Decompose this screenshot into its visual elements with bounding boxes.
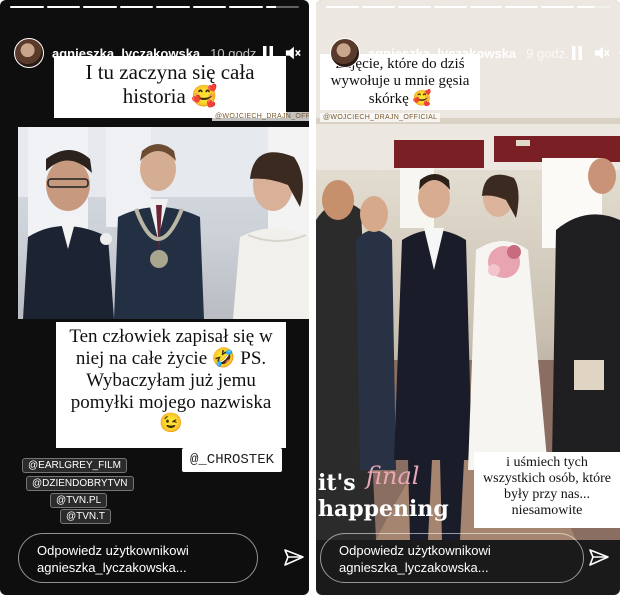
reply-input[interactable]: Odpowiedz użytkownikowi agnieszka_lyczak… <box>320 533 584 583</box>
mute-icon[interactable] <box>594 45 610 61</box>
story-panel-left[interactable]: agnieszka_lyczakowska 10 godz. I tu zacz… <box>0 0 309 595</box>
progress-segment <box>156 6 190 8</box>
mute-icon[interactable] <box>285 45 301 61</box>
avatar[interactable] <box>14 38 44 68</box>
mention-handle[interactable]: @_CHROSTEK <box>182 448 283 472</box>
progress-segment <box>265 6 299 8</box>
progress-segment <box>326 6 359 8</box>
reply-input[interactable]: Odpowiedz użytkownikowi agnieszka_lyczak… <box>18 533 258 583</box>
story-header: agnieszka_lyczakowska 9 godz. <box>330 36 620 70</box>
post-time: 10 godz. <box>210 45 261 61</box>
avatar[interactable] <box>330 38 360 68</box>
progress-segment <box>119 6 153 8</box>
story-progress <box>10 6 299 8</box>
progress-segment <box>577 6 610 8</box>
progress-segment <box>469 6 503 8</box>
progress-segment <box>541 6 575 8</box>
mention-sticker[interactable]: @TVN.PL <box>50 493 108 508</box>
send-icon[interactable] <box>588 547 612 571</box>
mention-sticker[interactable]: @EARLGREY_FILM <box>22 458 127 473</box>
progress-segment <box>433 6 467 8</box>
progress-segment <box>192 6 226 8</box>
progress-segment <box>361 6 395 8</box>
story-progress <box>326 6 610 8</box>
post-time: 9 godz. <box>526 45 569 61</box>
mention-sticker[interactable]: @DZIENDOBRYTVN <box>26 476 134 491</box>
pause-icon[interactable] <box>569 45 585 61</box>
progress-segment <box>46 6 80 8</box>
overlay-text-line1: it's <box>318 470 356 496</box>
progress-segment <box>229 6 263 8</box>
photo-tag[interactable]: @WOJCIECH_DRAJN_OFFICIAL <box>212 112 309 121</box>
username[interactable]: agnieszka_lyczakowska <box>52 46 200 61</box>
username[interactable]: agnieszka_lyczakowska <box>368 46 516 61</box>
pause-icon[interactable] <box>260 45 276 61</box>
photo-tag[interactable]: @WOJCIECH_DRAJN_OFFICIAL <box>320 113 441 122</box>
mention-sticker[interactable]: @TVN.T <box>60 509 112 524</box>
story-panel-right[interactable]: agnieszka_lyczakowska 9 godz. Zajęcie, k… <box>316 0 620 595</box>
progress-segment <box>10 6 44 8</box>
overlay-text-script: final <box>366 462 420 490</box>
caption-bottom: i uśmiech tych wszystkich osób, które by… <box>474 452 620 528</box>
progress-segment <box>505 6 539 8</box>
caption-middle: Ten człowiek zapisał się w niej na całe … <box>56 322 286 448</box>
progress-segment <box>83 6 117 8</box>
story-header: agnieszka_lyczakowska 10 godz. <box>14 36 301 70</box>
progress-segment <box>397 6 431 8</box>
send-icon[interactable] <box>283 547 307 571</box>
overlay-text-line2: happening <box>318 496 449 522</box>
wedding-photo <box>18 127 309 319</box>
